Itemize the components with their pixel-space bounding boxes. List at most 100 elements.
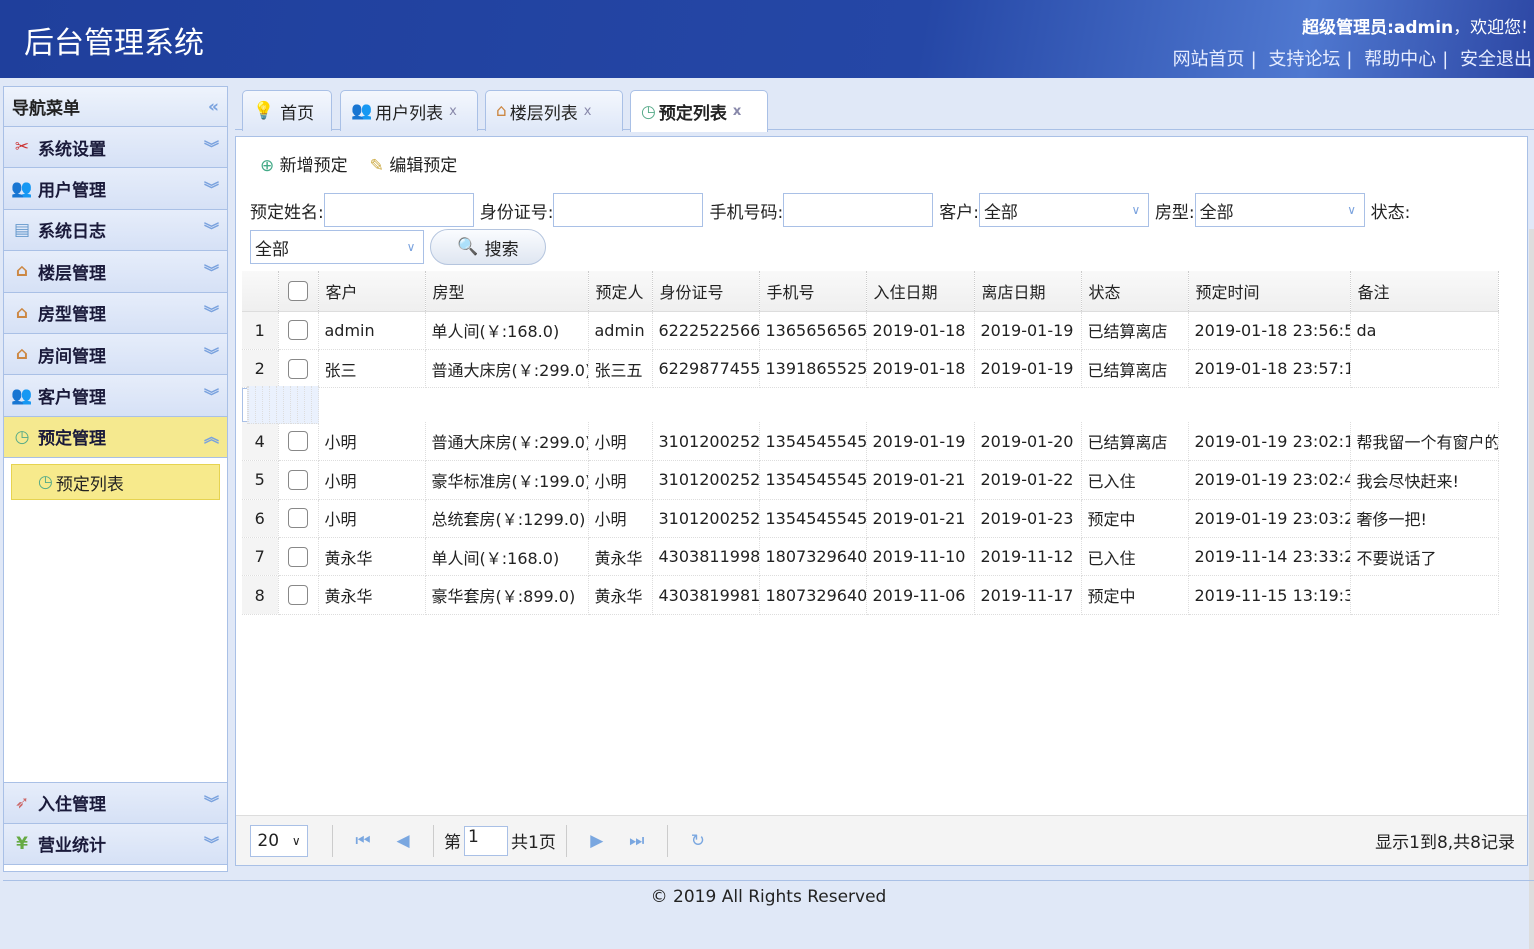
select-all-header: [278, 271, 319, 312]
search-button[interactable]: 🔍 搜索: [430, 229, 546, 265]
edit-icon: ✎: [369, 156, 384, 176]
select-all-checkbox[interactable]: [288, 280, 308, 301]
cell-customer: 小明: [318, 422, 426, 462]
row-checkbox[interactable]: [288, 469, 308, 490]
row-checkbox[interactable]: [288, 546, 308, 567]
add-booking-button[interactable]: ⊕ 新增预定: [260, 151, 348, 176]
clock-icon: ◷: [38, 472, 53, 493]
link-home[interactable]: 网站首页: [1173, 49, 1245, 70]
sidebar-item-stats[interactable]: ¥ 营业统计 ︾: [4, 823, 227, 865]
search-row-1: 预定姓名: 身份证号: 手机号码: 客户: 全部 ∨ 房型: 全部 ∨ 状态:: [250, 193, 1410, 227]
row-number: 7: [242, 537, 279, 577]
cell-booking-time: 2019-01-19 23:02:4: [1188, 460, 1351, 500]
row-checkbox[interactable]: [288, 508, 308, 529]
column-header-booker[interactable]: 预定人: [588, 271, 653, 312]
name-input[interactable]: [323, 193, 474, 227]
scrollbar[interactable]: [1529, 229, 1534, 949]
column-header-phone[interactable]: 手机号: [759, 271, 867, 312]
cell-booker: 小明: [588, 499, 653, 538]
submenu-item-booking-list[interactable]: ◷ 预定列表: [11, 464, 220, 501]
page-number-input[interactable]: 1: [464, 825, 508, 856]
cell-booker: 黄永华: [588, 575, 653, 615]
column-header-remark[interactable]: 备注: [1350, 271, 1499, 312]
column-header-room-type[interactable]: 房型: [425, 271, 589, 312]
cell-booker: 黄永华: [588, 537, 653, 577]
row-select-cell: [278, 499, 319, 538]
row-checkbox[interactable]: [288, 585, 308, 606]
table-row[interactable]: 4 小明 普通大床房(￥:299.0) 小明 3101200252 1354545545 2…: [242, 422, 1499, 462]
close-icon[interactable]: x: [733, 104, 741, 119]
prev-page-icon[interactable]: ◀: [383, 831, 423, 851]
cell-id-number: 6565656565: [270, 386, 277, 425]
link-logout[interactable]: 安全退出: [1460, 49, 1532, 70]
main-area: 💡 首页 👥 用户列表 x ⌂ 楼层列表 x ◷ 预定列表 x ⊕ 新增预定 ✎ 编辑预定 预…: [235, 86, 1534, 949]
column-header-id-number[interactable]: 身份证号: [652, 271, 760, 312]
sidebar-item-system-settings[interactable]: ✂ 系统设置 ︾: [4, 127, 227, 169]
refresh-icon[interactable]: ↻: [678, 831, 718, 851]
status-label: 状态:: [1370, 202, 1411, 223]
row-checkbox[interactable]: [288, 431, 308, 452]
chevron-down-icon: ∨: [291, 833, 301, 848]
cell-room-type: 豪华套房(￥:899.0): [425, 575, 589, 615]
cell-status: 预定中: [298, 386, 305, 425]
id-label: 身份证号:: [479, 202, 554, 223]
roomtype-select[interactable]: 全部 ∨: [1194, 193, 1365, 227]
link-forum[interactable]: 支持论坛: [1268, 49, 1340, 70]
status-value: 全部: [255, 239, 289, 260]
id-input[interactable]: [553, 193, 704, 227]
row-checkbox[interactable]: [288, 358, 308, 379]
table-row[interactable]: 6 小明 总统套房(￥:1299.0) 小明 3101200252 1354545545 2…: [242, 499, 1499, 538]
page-size-select[interactable]: 20 ∨: [250, 824, 308, 857]
first-page-icon[interactable]: ⏮: [343, 831, 383, 851]
cell-remark: 不要说话了: [1350, 537, 1499, 577]
status-select[interactable]: 全部 ∨: [250, 230, 424, 264]
collapse-icon[interactable]: «: [208, 97, 219, 117]
table-row[interactable]: 3李四单人间(￥:168.0)李四65656565651399999999201…: [242, 386, 319, 425]
sidebar-item-floor[interactable]: ⌂ 楼层管理 ︾: [4, 251, 227, 293]
close-icon[interactable]: x: [584, 104, 592, 119]
table-row[interactable]: 2 张三 普通大床房(￥:299.0) 张三五 6229877455 1391865525…: [242, 349, 1499, 389]
table-row[interactable]: 8 黄永华 豪华套房(￥:899.0) 黄永华 4303819981 1807329640…: [242, 575, 1499, 615]
last-page-icon[interactable]: ⏭: [617, 831, 657, 851]
table-row[interactable]: 5 小明 豪华标准房(￥:199.0) 小明 3101200252 1354545545 2…: [242, 460, 1499, 500]
column-header-status[interactable]: 状态: [1081, 271, 1189, 312]
cell-customer: 张三: [318, 349, 426, 389]
table-row[interactable]: 1 admin 单人间(￥:168.0) admin 6222522566 1365656…: [242, 311, 1499, 350]
roomtype-value: 全部: [1199, 202, 1234, 223]
sidebar-item-roomtype[interactable]: ⌂ 房型管理 ︾: [4, 292, 227, 334]
sidebar-item-checkin[interactable]: ➶ 入住管理 ︾: [4, 782, 227, 824]
cell-remark: 帮我留一个有窗户的: [1350, 422, 1499, 462]
tab-user-list[interactable]: 👥 用户列表 x: [340, 90, 478, 131]
add-label: 新增预定: [279, 156, 348, 176]
tab-floor-list[interactable]: ⌂ 楼层列表 x: [485, 90, 623, 131]
users-icon: 👥: [351, 101, 373, 121]
column-header-checkin-date[interactable]: 入住日期: [866, 271, 975, 312]
cell-checkout-date: 2019-11-12: [974, 537, 1082, 577]
sidebar-item-booking[interactable]: ◷ 预定管理 ︽: [4, 416, 227, 459]
checkin-icon: ➶: [14, 792, 30, 813]
chevron-down-icon: ∨: [1131, 203, 1141, 217]
row-number: 4: [242, 422, 279, 462]
sidebar-item-room[interactable]: ⌂ 房间管理 ︾: [4, 333, 227, 376]
table-row[interactable]: 7 黄永华 单人间(￥:168.0) 黄永华 4303811998 1807329640 2…: [242, 537, 1499, 577]
next-page-icon[interactable]: ▶: [577, 831, 617, 851]
page-info: 显示1到8,共8记录: [1375, 833, 1515, 853]
cell-id-number: 4303819981: [652, 575, 760, 615]
sidebar-item-customers[interactable]: 👥 客户管理 ︾: [4, 375, 227, 417]
row-checkbox[interactable]: [288, 320, 308, 341]
column-header-customer[interactable]: 客户: [318, 271, 426, 312]
sidebar-item-log[interactable]: ▤ 系统日志 ︾: [4, 209, 227, 252]
cell-remark: 我会尽快赶来!: [1350, 460, 1499, 500]
phone-input[interactable]: [783, 193, 934, 227]
sidebar-item-users[interactable]: 👥 用户管理 ︾: [4, 168, 227, 210]
sidebar: 导航菜单 « ✂ 系统设置 ︾ 👥 用户管理 ︾ ▤ 系统日志 ︾ ⌂ 楼层管理 ︾ ⌂ 房型管理 ︾…: [3, 86, 228, 872]
customer-select[interactable]: 全部 ∨: [978, 193, 1149, 227]
welcome-suffix: ，欢迎您!: [1453, 18, 1528, 38]
edit-booking-button[interactable]: ✎ 编辑预定: [370, 151, 458, 176]
tab-booking-list[interactable]: ◷ 预定列表 x: [630, 90, 768, 132]
link-help[interactable]: 帮助中心: [1364, 49, 1436, 70]
column-header-booking-time[interactable]: 预定时间: [1188, 271, 1351, 312]
column-header-checkout-date[interactable]: 离店日期: [974, 271, 1082, 312]
tab-home[interactable]: 💡 首页: [242, 90, 332, 131]
close-icon[interactable]: x: [449, 104, 457, 119]
